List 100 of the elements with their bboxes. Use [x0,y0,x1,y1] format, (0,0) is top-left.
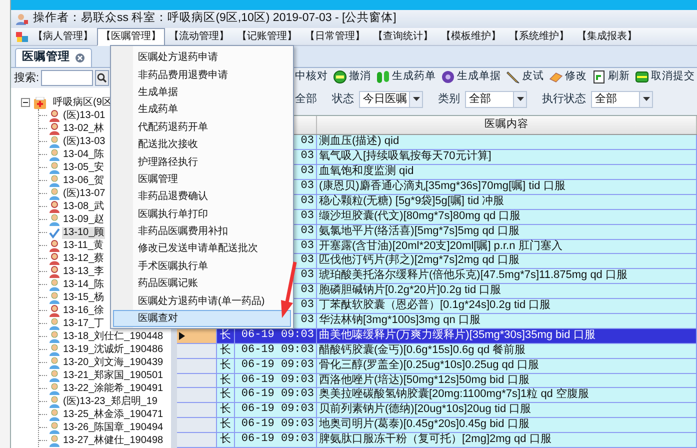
patient-item[interactable]: 13-22_涂能希_190491 [62,382,164,394]
menu-item[interactable]: 代配药退药开单 [113,118,291,136]
current-row-icon [179,332,185,340]
toolbar-button[interactable]: 皮试 [506,69,544,86]
table-cell: 血氧饱和度监测 qid [319,165,414,178]
table-row[interactable]: 长 06-19 09:03 骨化三醇(罗盖全)[0.25ug*10s]0.25ug qd 口服 [177,358,697,374]
table-cell: 骨化三醇(罗盖全)[0.25ug*10s]0.25ug qd 口服 [319,358,540,371]
table-cell: (康恩贝)麝香通心滴丸[35mg*36s]70mg[嘱] tid 口服 [319,180,566,192]
patient-item[interactable]: 13-11_黄 [62,240,104,252]
table-cell: 06-19 09:03 [241,374,314,386]
toolbar-button[interactable]: 撤消 [333,69,371,86]
caret-icon [642,97,650,101]
search-field[interactable] [41,70,94,86]
patient-item[interactable]: 13-15_杨 [62,292,106,304]
menu-item[interactable]: 【流动管理】 [165,28,233,46]
tab[interactable]: 医嘱管理 [15,48,92,67]
toolbar-button[interactable]: 生成单据 [441,69,501,86]
patient-item[interactable]: 13-02_林 [62,122,106,134]
menu-item[interactable]: 【系统维护】 [505,28,573,46]
patient-item[interactable]: (医)13-23_郑启明_19 [62,396,158,408]
patient-item[interactable]: 13-27_林健仕_190498 [62,434,164,446]
table-cell: 琥珀酸美托洛尔缓释片(倍他乐克)[47.5mg*7s]11.875mg qd 口服 [319,269,628,282]
person-icon [49,122,60,134]
capsule-icon [376,70,390,84]
table-cell: 03 [300,180,314,192]
close-icon[interactable] [75,53,85,63]
menu-item[interactable]: 【集成报表】 [573,28,641,46]
menu-item[interactable]: 非药品费用退费申请 [113,66,291,84]
table-cell: 曲美他嗪缓释片(万爽力缓释片)[35mg*30s]35mg bid 口服 [319,328,596,341]
table-cell: 长 [220,388,231,400]
patient-item[interactable]: 13-12_蔡 [62,252,106,264]
table-row[interactable]: 长 06-19 09:03 奥美拉唑碳酸氢钠胶囊[20mg:1100mg*7s]1粒 qd 空腹服 [177,388,697,404]
patient-item[interactable]: 13-04_陈 [62,148,106,160]
patient-item[interactable]: 13-17_丁 [62,318,106,330]
table-row[interactable]: 长 06-19 09:03 脾氨肽口服冻干粉（复可托）[2mg]2mg qd 口服 [177,433,697,448]
filter-label: 类别 [438,92,460,107]
person-icon [49,136,60,148]
patient-item[interactable]: (医)13-03 [62,136,106,148]
dropdown-field[interactable]: 全部 [591,90,653,108]
patient-item[interactable]: 13-18_刘仕仁_190448 [62,330,164,342]
patient-item[interactable]: 13-21_郑家国_190501 [62,370,164,382]
person-icon [49,422,60,434]
table-row[interactable]: 长 06-19 09:03 醋酸钙胶囊(金丐)[0.6g*15s]0.6g qd 餐前服 [177,344,697,359]
table-cell: 03 [300,299,314,312]
table-cell: 匹伐他汀钙片(邦之)[2mg*7s]2mg qd 口服 [319,254,520,266]
table-row[interactable]: 长 06-19 09:03 地奥司明片(葛泰)[0.45g*20s]0.45g bid 口服 [177,418,697,434]
toolbar-button[interactable]: 刷新 [592,69,630,86]
table-row[interactable]: 长 06-19 09:03 曲美他嗪缓释片(万爽力缓释片)[35mg*30s]35mg bid 口服 [177,328,697,344]
table-row[interactable]: 长 06-19 09:03 贝前列素钠片(德纳)[20ug*10s]20ug tid 口服 [177,403,697,418]
menu-item[interactable]: 【医嘱管理】 [97,28,165,46]
patient-item[interactable]: 13-06_贺 [62,174,106,186]
menu-item[interactable]: 【模板维护】 [437,28,505,46]
toolbar-button[interactable]: 取消提交 [635,69,695,86]
table-cell: 03 [300,269,314,282]
patient-item[interactable]: 13-14_陈 [62,278,106,290]
search-label: 搜索: [14,70,40,86]
patient-item[interactable]: 13-05_安 [62,162,106,174]
check-icon [49,226,60,238]
stack-icon [635,70,649,84]
person-icon [49,266,60,278]
patient-item[interactable]: 13-26_陈国章_190494 [62,422,164,434]
person-icon [49,214,60,226]
menu-item[interactable]: 医嘱查对 [113,310,291,328]
person-icon [49,304,60,316]
menu-item[interactable]: 生成单据 [113,84,291,102]
table-cell: 03 [300,254,314,266]
menu-item[interactable]: 生成药单 [113,101,291,119]
patient-item[interactable]: 13-10_顾 [62,226,106,238]
patient-item[interactable]: 13-16_徐 [62,304,106,316]
search-button[interactable] [95,70,110,86]
menu-item[interactable]: 【病人管理】 [29,28,97,46]
person-icon [49,292,60,304]
menu-item[interactable]: 【记账管理】 [233,28,301,46]
table-cell: 胞磷胆碱钠片[0.2g*20片]0.2g tid 口服 [319,284,502,296]
patient-item[interactable]: (医)13-01 [62,110,106,122]
person-icon [49,318,60,330]
table-cell: 03 [300,224,314,237]
menu-item[interactable]: 【日常管理】 [301,28,369,46]
table-row[interactable]: 长 06-19 09:03 西洛他唑片(培达)[50mg*12s]50mg bid 口服 [177,374,697,388]
table-cell: 03 [300,135,314,148]
table-cell: 华法林钠[3mg*100s]3mg qn 口服 [319,314,480,326]
patient-item[interactable]: 13-25_林金添_190471 [62,408,164,420]
patient-item[interactable]: 13-19_沈诚炘_190486 [62,344,164,356]
patient-item[interactable]: 13-20_刘文海_190439 [62,356,164,368]
patient-item[interactable]: 13-08_武 [62,200,106,212]
toolbar-button[interactable]: 中核对 [295,69,328,86]
dropdown-field[interactable]: 今日医嘱 [359,90,423,108]
person-icon [49,370,60,382]
patient-item[interactable]: 13-13_李 [62,266,106,278]
person-icon [49,174,60,186]
menu-item[interactable]: 【查询统计】 [369,28,437,46]
ward-icon [33,96,47,108]
collapse-icon[interactable] [21,98,30,107]
cancel-icon [333,70,347,84]
toolbar-button[interactable]: 修改 [549,69,587,86]
patient-item[interactable]: 13-09_赵 [62,214,106,226]
menu-item[interactable]: 医嘱处方退药申请 [113,49,291,66]
toolbar-button[interactable]: 生成药单 [376,69,436,86]
dropdown-field[interactable]: 全部 [465,90,527,108]
patient-item[interactable]: (医)13-07 [62,188,106,200]
